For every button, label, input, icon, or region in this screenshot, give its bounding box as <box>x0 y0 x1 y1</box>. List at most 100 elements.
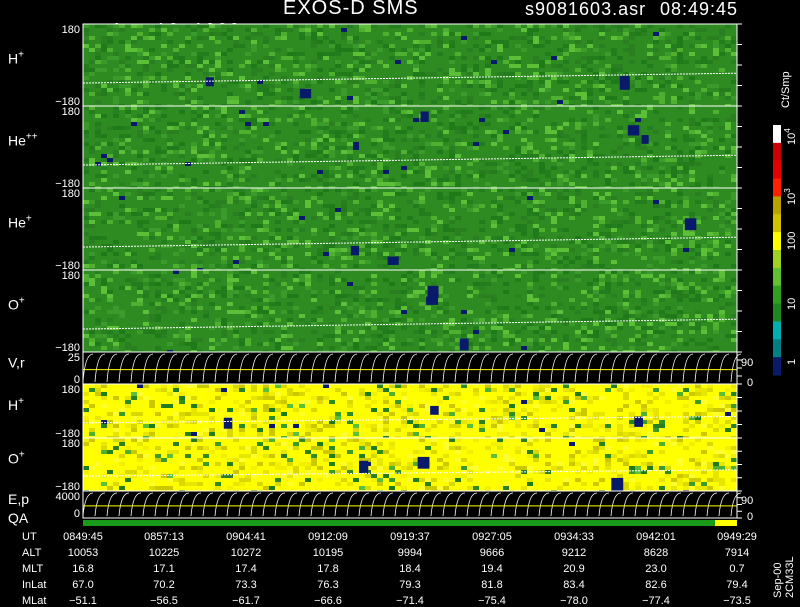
data-cell <box>725 96 731 100</box>
data-cell <box>629 424 635 428</box>
data-cell <box>461 114 467 118</box>
data-cell <box>323 182 329 186</box>
data-cell <box>623 244 629 248</box>
data-cell <box>557 314 563 318</box>
data-cell <box>701 388 707 392</box>
data-cell <box>503 24 509 28</box>
data-cell <box>107 56 113 60</box>
data-cell <box>281 96 287 100</box>
data-cell <box>353 146 359 150</box>
data-cell <box>473 72 479 76</box>
data-cell <box>647 240 653 244</box>
data-cell <box>455 240 461 244</box>
data-cell <box>365 338 371 342</box>
data-cell <box>101 178 107 182</box>
data-cell <box>251 28 257 32</box>
data-cell <box>323 80 329 84</box>
data-cell <box>257 224 263 228</box>
data-cell <box>461 200 467 204</box>
data-cell <box>203 282 209 286</box>
data-cell <box>275 302 281 306</box>
data-cell <box>635 294 641 298</box>
data-cell <box>347 282 353 286</box>
data-cell <box>647 76 653 80</box>
data-cell <box>353 68 359 72</box>
data-cell <box>89 208 95 212</box>
data-cell <box>371 126 377 130</box>
data-cell <box>587 396 593 400</box>
data-cell <box>191 232 197 236</box>
data-cell <box>389 388 395 392</box>
data-cell <box>305 400 311 404</box>
data-cell <box>107 28 113 32</box>
data-cell <box>425 252 431 256</box>
data-cell <box>263 330 269 334</box>
data-cell <box>665 220 671 224</box>
data-cell <box>251 188 257 192</box>
data-cell <box>611 384 617 388</box>
data-cell <box>419 40 425 44</box>
data-cell <box>569 24 575 28</box>
data-cell <box>257 298 263 302</box>
data-cell <box>113 114 119 118</box>
data-cell <box>101 44 107 48</box>
data-cell <box>413 162 419 166</box>
data-cell <box>323 118 329 122</box>
data-cell <box>659 260 665 264</box>
data-cell <box>365 188 371 192</box>
data-cell <box>281 396 287 400</box>
data-cell <box>317 138 323 142</box>
data-cell <box>635 80 641 84</box>
data-cell <box>89 188 95 192</box>
data-blob <box>620 76 630 90</box>
data-cell <box>101 196 107 200</box>
data-cell <box>581 130 587 134</box>
data-cell <box>719 44 725 48</box>
data-cell <box>677 106 683 110</box>
data-cell <box>677 298 683 302</box>
data-cell <box>293 170 299 174</box>
data-cell <box>365 310 371 314</box>
data-cell <box>143 146 149 150</box>
data-cell <box>329 162 335 166</box>
data-cell <box>179 44 185 48</box>
data-cell <box>395 306 401 310</box>
data-cell <box>179 84 185 88</box>
data-cell <box>383 236 389 240</box>
data-cell <box>107 126 113 130</box>
data-cell <box>215 264 221 268</box>
data-cell <box>179 400 185 404</box>
data-cell <box>263 224 269 228</box>
data-cell <box>479 204 485 208</box>
data-cell <box>377 60 383 64</box>
data-cell <box>329 282 335 286</box>
data-cell <box>713 346 719 350</box>
data-cell <box>107 330 113 334</box>
data-cell <box>467 122 473 126</box>
data-cell <box>113 32 119 36</box>
data-cell <box>191 318 197 322</box>
data-cell <box>287 432 293 436</box>
data-cell <box>347 134 353 138</box>
data-cell <box>383 182 389 186</box>
data-cell <box>593 48 599 52</box>
data-cell <box>239 424 245 428</box>
data-cell <box>377 182 383 186</box>
data-cell <box>701 412 707 416</box>
data-cell <box>665 286 671 290</box>
data-cell <box>95 384 101 388</box>
data-cell <box>431 100 437 104</box>
data-cell <box>221 318 227 322</box>
data-cell <box>167 196 173 200</box>
data-cell <box>329 216 335 220</box>
data-cell <box>641 240 647 244</box>
data-cell <box>695 88 701 92</box>
data-cell <box>713 330 719 334</box>
data-cell <box>323 244 329 248</box>
data-cell <box>437 306 443 310</box>
data-cell <box>179 110 185 114</box>
data-cell <box>377 326 383 330</box>
data-cell <box>605 28 611 32</box>
data-cell <box>281 256 287 260</box>
data-cell <box>491 28 497 32</box>
